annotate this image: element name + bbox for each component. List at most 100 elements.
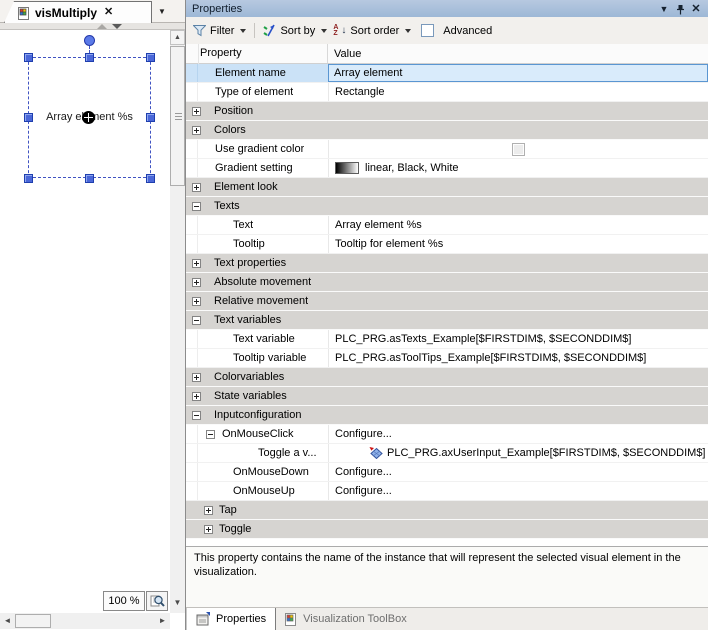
scroll-up-icon[interactable]: ▲ [170,30,185,45]
scroll-left-icon[interactable]: ◄ [0,613,15,628]
expand-icon[interactable] [192,107,201,116]
row-element-name[interactable]: Element name Array element [186,64,708,83]
group-tap[interactable]: Tap [186,501,708,520]
resize-handle-n[interactable] [85,53,94,62]
group-texts[interactable]: Texts [186,197,708,216]
rotation-handle[interactable] [84,35,95,46]
tab-vismultiply[interactable]: visMultiply ✕ [4,1,152,23]
resize-handle-nw[interactable] [24,53,33,62]
visualization-canvas[interactable]: Array element %s [0,30,170,613]
filter-caret-icon [240,29,246,33]
property-value[interactable]: Array element %s [328,216,708,234]
filter-button[interactable]: Filter [193,25,246,37]
group-colorvariables[interactable]: Colorvariables [186,368,708,387]
group-label: Toggle [219,523,251,535]
resize-handle-w[interactable] [24,113,33,122]
collapse-icon[interactable] [192,411,201,420]
vertical-scrollbar[interactable]: ▲ ▼ [170,30,185,613]
window-menu-icon[interactable]: ▼ [656,1,672,17]
row-text[interactable]: Text Array element %s [186,216,708,235]
zoom-level-box[interactable]: 100 % [103,591,145,611]
group-text-properties[interactable]: Text properties [186,254,708,273]
group-colors[interactable]: Colors [186,121,708,140]
group-inputconfiguration[interactable]: Inputconfiguration [186,406,708,425]
collapse-icon[interactable] [206,430,215,439]
group-toggle[interactable]: Toggle [186,520,708,539]
resize-handle-se[interactable] [146,174,155,183]
row-use-gradient-color[interactable]: Use gradient color [186,140,708,159]
gradient-checkbox[interactable] [512,143,525,156]
scroll-down-icon[interactable]: ▼ [170,596,185,611]
advanced-toggle[interactable]: Advanced [421,24,492,37]
collapse-icon[interactable] [192,202,201,211]
tab-visualization-toolbox[interactable]: Visualization ToolBox [276,608,416,630]
row-text-variable[interactable]: Text variable PLC_PRG.asTexts_Example[$F… [186,330,708,349]
sort-by-button[interactable]: Sort by [262,24,327,37]
group-label: Colors [214,124,246,136]
property-value[interactable]: Rectangle [328,83,708,101]
splitter-up-icon [97,24,107,29]
configure-link[interactable]: Configure... [328,425,708,443]
row-type-of-element[interactable]: Type of element Rectangle [186,83,708,102]
expand-icon[interactable] [192,392,201,401]
collapse-icon[interactable] [192,316,201,325]
row-tooltip-variable[interactable]: Tooltip variable PLC_PRG.asToolTips_Exam… [186,349,708,368]
resize-handle-e[interactable] [146,113,155,122]
row-gradient-setting[interactable]: Gradient setting linear, Black, White [186,159,708,178]
sort-order-button[interactable]: AZ ↓ Sort order [333,25,411,37]
editor-splitter[interactable] [0,23,186,30]
horizontal-scrollbar[interactable]: ◄ ► [0,613,170,629]
pin-icon[interactable] [672,2,688,15]
property-value[interactable]: linear, Black, White [328,159,708,177]
row-onmousedown[interactable]: OnMouseDown Configure... [186,463,708,482]
property-label: Tooltip variable [198,352,306,364]
group-label: Absolute movement [214,276,311,288]
properties-titlebar[interactable]: Properties ▼ ✕ [186,0,708,17]
property-value[interactable]: Tooltip for element %s [328,235,708,253]
expand-icon[interactable] [204,506,213,515]
row-onmouseclick[interactable]: OnMouseClick Configure... [186,425,708,444]
group-absolute-movement[interactable]: Absolute movement [186,273,708,292]
resize-handle-sw[interactable] [24,174,33,183]
expand-icon[interactable] [192,183,201,192]
property-value[interactable]: PLC_PRG.asTexts_Example[$FIRSTDIM$, $SEC… [328,330,708,348]
expand-icon[interactable] [192,373,201,382]
row-gutter [186,463,198,481]
configure-link[interactable]: Configure... [328,482,708,500]
group-position[interactable]: Position [186,102,708,121]
horizontal-scrollbar-thumb[interactable] [15,614,51,628]
gradient-swatch[interactable] [335,162,359,174]
group-value [328,273,708,291]
advanced-checkbox[interactable] [421,24,434,37]
resize-handle-ne[interactable] [146,53,155,62]
value-column-header[interactable]: Value [328,48,361,60]
zoom-tool-button[interactable] [146,591,168,611]
close-icon[interactable]: ✕ [688,1,704,17]
group-text-variables[interactable]: Text variables [186,311,708,330]
move-anchor-icon[interactable] [82,111,95,124]
row-toggle-a-variable[interactable]: Toggle a v... PLC_PRG.axUserInput_Exampl… [186,444,708,463]
tab-close-icon[interactable]: ✕ [104,7,113,18]
expand-icon[interactable] [192,259,201,268]
group-element-look[interactable]: Element look [186,178,708,197]
row-tooltip[interactable]: Tooltip Tooltip for element %s [186,235,708,254]
vertical-scrollbar-thumb[interactable] [170,46,185,186]
resize-handle-s[interactable] [85,174,94,183]
group-state-variables[interactable]: State variables [186,387,708,406]
property-value[interactable]: PLC_PRG.asToolTips_Example[$FIRSTDIM$, $… [328,349,708,367]
row-onmouseup[interactable]: OnMouseUp Configure... [186,482,708,501]
group-value [328,102,708,120]
group-relative-movement[interactable]: Relative movement [186,292,708,311]
property-value[interactable]: PLC_PRG.axUserInput_Example[$FIRSTDIM$, … [328,444,708,462]
property-value-input[interactable]: Array element [328,64,708,82]
configure-link[interactable]: Configure... [328,463,708,481]
property-column-header[interactable]: Property [186,44,328,63]
expand-icon[interactable] [192,126,201,135]
tab-list-dropdown-icon[interactable]: ▼ [158,7,166,16]
expand-icon[interactable] [204,525,213,534]
bottom-tab-bar: Properties Visualization ToolBox [186,607,708,630]
scroll-right-icon[interactable]: ► [155,613,170,628]
expand-icon[interactable] [192,297,201,306]
expand-icon[interactable] [192,278,201,287]
tab-properties[interactable]: Properties [186,608,276,630]
